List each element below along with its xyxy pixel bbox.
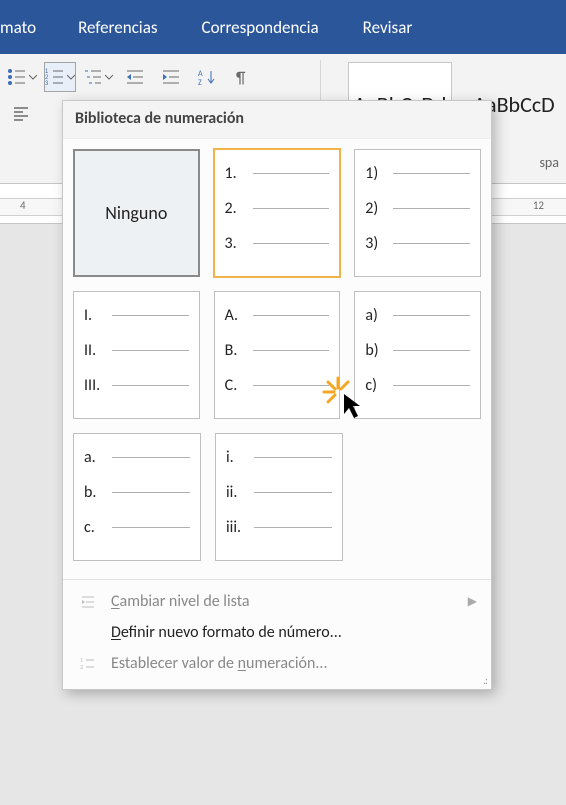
numbering-option-roman-upper[interactable]: I. II. III. bbox=[73, 291, 200, 419]
paragraph-group: 123 AZ ¶ bbox=[0, 62, 258, 92]
preview-text: 2) bbox=[365, 199, 391, 218]
preview-text: a) bbox=[365, 306, 391, 325]
numbering-option-alpha-lower-dot[interactable]: a. b. c. bbox=[73, 433, 201, 561]
multilevel-list-button[interactable] bbox=[82, 62, 114, 92]
numbering-library-header: Biblioteca de numeración bbox=[63, 101, 491, 139]
numbering-option-none[interactable]: Ninguno bbox=[73, 149, 200, 277]
svg-text:Z: Z bbox=[198, 78, 202, 86]
chevron-right-icon: ▶ bbox=[468, 594, 477, 609]
menu-define-new-number-format[interactable]: Definir nuevo formato de número... bbox=[63, 617, 491, 648]
sort-button[interactable]: AZ bbox=[192, 62, 222, 92]
menu-change-list-level: Cambiar nivel de lista ▶ bbox=[63, 586, 491, 617]
show-marks-button[interactable]: ¶ bbox=[228, 62, 258, 92]
menu-label: Cambiar nivel de lista bbox=[111, 592, 250, 611]
preview-text: b. bbox=[84, 483, 110, 502]
preview-text: b) bbox=[365, 341, 391, 360]
numbering-option-roman-lower[interactable]: i. ii. iii. bbox=[215, 433, 343, 561]
preview-text: i. bbox=[226, 448, 252, 467]
ribbon-tabs: mato Referencias Correspondencia Revisar bbox=[0, 0, 566, 54]
ruler-number: 12 bbox=[533, 199, 544, 212]
menu-label: Definir nuevo formato de número... bbox=[111, 623, 342, 642]
decrease-indent-button[interactable] bbox=[120, 62, 150, 92]
indent-icon bbox=[77, 595, 99, 609]
tab-revisar[interactable]: Revisar bbox=[341, 0, 435, 54]
svg-text:3: 3 bbox=[45, 81, 49, 86]
numbering-option-alpha-upper[interactable]: A. B. C. bbox=[214, 291, 341, 419]
preview-text: II. bbox=[84, 341, 110, 360]
preview-text: iii. bbox=[226, 518, 252, 537]
preview-text: A. bbox=[225, 306, 251, 325]
resize-grip-icon[interactable]: .: bbox=[483, 674, 487, 687]
chevron-down-icon bbox=[67, 73, 75, 81]
preview-text: c) bbox=[365, 376, 391, 395]
increase-indent-button[interactable] bbox=[156, 62, 186, 92]
numbering-option-alpha-lower-paren[interactable]: a) b) c) bbox=[354, 291, 481, 419]
align-left-button[interactable] bbox=[6, 98, 36, 128]
numbering-value-icon: 12 bbox=[77, 657, 99, 671]
preview-text: 1. bbox=[225, 164, 251, 183]
preview-text: 1) bbox=[365, 164, 391, 183]
tab-correspondencia[interactable]: Correspondencia bbox=[180, 0, 341, 54]
preview-text: III. bbox=[84, 376, 110, 395]
numbering-option-decimal-dot[interactable]: 1. 2. 3. bbox=[214, 149, 341, 277]
preview-text: 2. bbox=[225, 199, 251, 218]
numbering-dropdown: Biblioteca de numeración Ninguno 1. 2. 3… bbox=[62, 100, 492, 690]
preview-text: 3. bbox=[225, 234, 251, 253]
menu-label: Establecer valor de numeración... bbox=[111, 654, 328, 673]
chevron-down-icon bbox=[105, 73, 113, 81]
preview-text: c. bbox=[84, 518, 110, 537]
menu-set-numbering-value: 12 Establecer valor de numeración... bbox=[63, 648, 491, 679]
numbering-option-decimal-paren[interactable]: 1) 2) 3) bbox=[354, 149, 481, 277]
preview-text: ii. bbox=[226, 483, 252, 502]
numbering-library-grid: Ninguno 1. 2. 3. 1) 2) 3) I. II. III. A.… bbox=[63, 139, 491, 579]
paragraph-group-row2 bbox=[6, 98, 36, 128]
ruler-number: 4 bbox=[20, 199, 26, 212]
bullets-button[interactable] bbox=[6, 62, 38, 92]
tab-formato[interactable]: mato bbox=[0, 0, 56, 54]
tab-referencias[interactable]: Referencias bbox=[56, 0, 179, 54]
numbering-button[interactable]: 123 bbox=[44, 62, 76, 92]
svg-text:¶: ¶ bbox=[236, 69, 246, 86]
preview-text: I. bbox=[84, 306, 110, 325]
svg-text:2: 2 bbox=[80, 663, 83, 671]
numbering-menu-footer: Cambiar nivel de lista ▶ Definir nuevo f… bbox=[63, 579, 491, 689]
preview-text: 3) bbox=[365, 234, 391, 253]
preview-text: C. bbox=[225, 376, 251, 395]
preview-text: B. bbox=[225, 341, 251, 360]
chevron-down-icon bbox=[29, 73, 37, 81]
spacing-label-fragment: spa bbox=[539, 154, 559, 171]
preview-text: a. bbox=[84, 448, 110, 467]
